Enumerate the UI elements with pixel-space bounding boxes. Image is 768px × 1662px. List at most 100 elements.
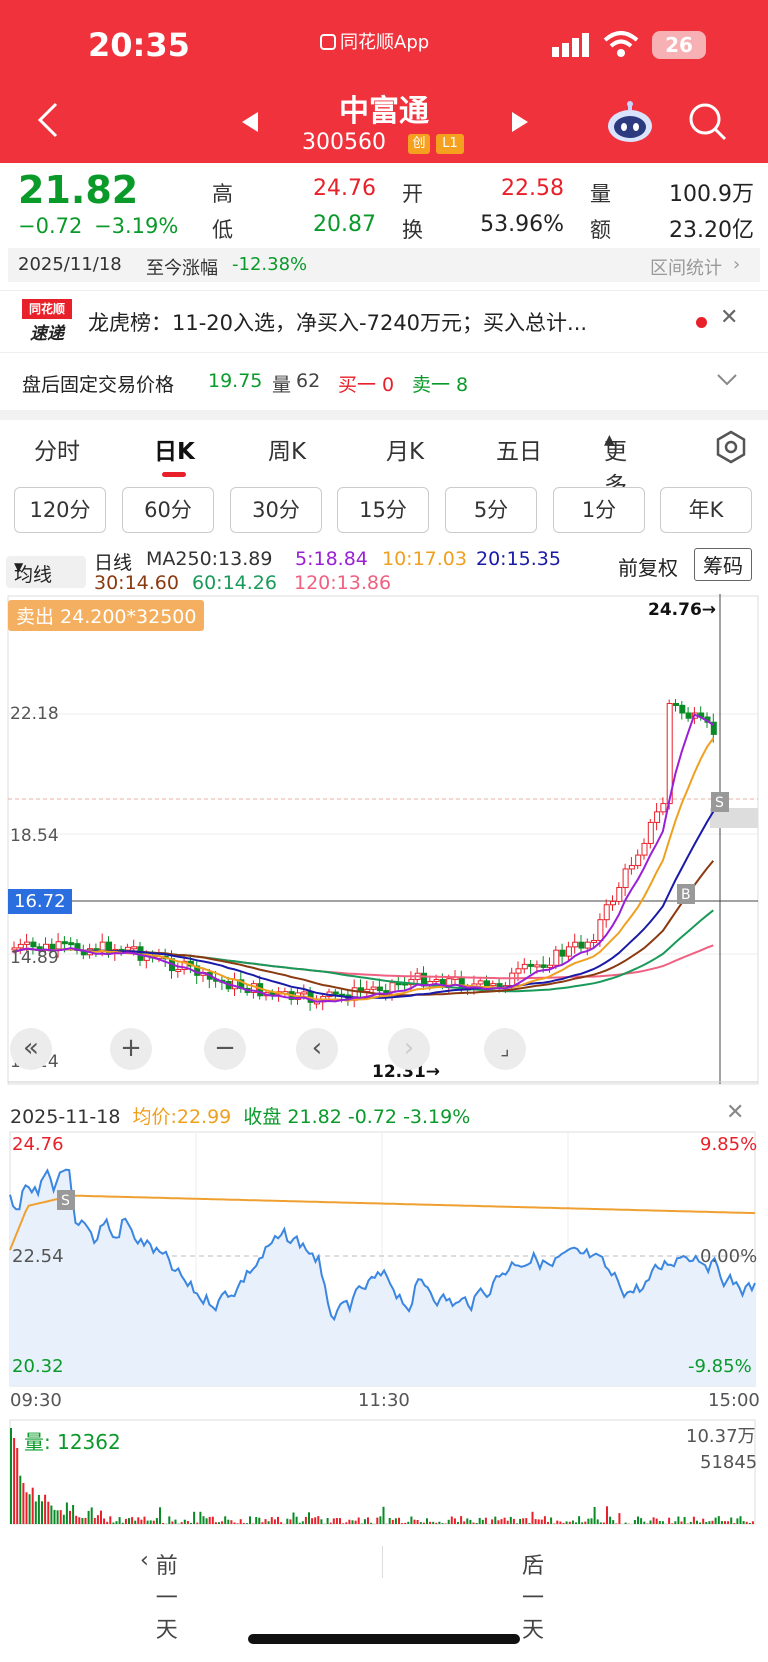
amount-label: 额: [590, 218, 611, 242]
svg-text:S: S: [61, 1193, 70, 1209]
volume-bar: [596, 1519, 599, 1524]
volume-bar: [13, 1438, 16, 1524]
range-stats-link[interactable]: 区间统计: [650, 254, 722, 280]
close-icon[interactable]: ✕: [720, 305, 738, 330]
volume-bar: [602, 1522, 605, 1524]
intraday-y-mid: 22.54: [12, 1246, 64, 1267]
volume-bar: [258, 1517, 261, 1524]
ma250-value: MA250:13.89: [146, 548, 273, 570]
volume-bar: [202, 1516, 205, 1524]
prev-stock-icon[interactable]: [238, 110, 262, 134]
period-yearly-k[interactable]: 年K: [660, 487, 752, 533]
candle: [559, 949, 566, 957]
status-time: 20:35: [88, 26, 190, 64]
ths-express-logo: 同花顺 速递: [22, 299, 72, 345]
fullscreen-icon[interactable]: ⌟: [484, 1028, 526, 1070]
level-badge: L1: [436, 134, 464, 154]
volume-bar: [44, 1494, 47, 1524]
period-1min[interactable]: 1分: [553, 487, 645, 533]
period-5min[interactable]: 5分: [445, 487, 537, 533]
close-intraday-icon[interactable]: ✕: [726, 1100, 744, 1125]
high-value: 24.76: [313, 176, 376, 201]
candle: [534, 964, 541, 968]
volume-bar: [370, 1522, 373, 1524]
settings-hex-icon[interactable]: [714, 430, 748, 464]
intraday-y-low: 20.32: [12, 1356, 64, 1377]
volume-bar: [128, 1518, 130, 1524]
next-day-button[interactable]: 后一天 ›: [522, 1548, 544, 1643]
volume-bar: [578, 1516, 581, 1524]
volume-bar: [81, 1518, 84, 1524]
volume-bar: [599, 1522, 602, 1524]
volume-bar: [65, 1502, 68, 1524]
volume-bar: [140, 1519, 143, 1524]
pct-mid: 0.00%: [700, 1246, 758, 1267]
volume-bar: [270, 1517, 273, 1524]
volume-bar: [606, 1506, 608, 1524]
chips-button[interactable]: 筹码: [694, 548, 752, 581]
period-15min[interactable]: 15分: [337, 487, 429, 533]
period-30min[interactable]: 30分: [230, 487, 322, 533]
app-name: 同花顺App: [320, 28, 429, 54]
pan-right-icon[interactable]: ›: [388, 1028, 430, 1070]
candle: [641, 842, 648, 856]
volume-bar: [224, 1516, 227, 1524]
volume-bar: [584, 1521, 587, 1524]
tab-weekly-k[interactable]: 周K: [268, 432, 306, 466]
kline-chart[interactable]: B S: [0, 594, 768, 1086]
ma-selector[interactable]: 均线 ▼: [6, 556, 86, 588]
volume-bar: [422, 1522, 425, 1524]
price-change-pct: −3.19%: [94, 214, 179, 238]
zoom-in-icon[interactable]: +: [110, 1028, 152, 1070]
volume-bar: [575, 1522, 577, 1524]
volume-bar: [16, 1448, 19, 1524]
period-60min[interactable]: 60分: [122, 487, 214, 533]
volume-bar: [320, 1519, 323, 1524]
back-icon[interactable]: [36, 100, 60, 140]
range-bar[interactable]: 2025/11/18 至今涨幅 -12.38% 区间统计 ›: [8, 248, 760, 282]
volume-bar: [329, 1522, 332, 1524]
volume-bar: [199, 1511, 202, 1524]
next-stock-icon[interactable]: [508, 110, 532, 134]
intraday-chg: -0.72: [347, 1106, 398, 1128]
volume-bar: [419, 1522, 422, 1524]
ma10-value: 10:17.03: [382, 548, 467, 570]
volume-bar: [214, 1522, 217, 1524]
tab-five-day[interactable]: 五日: [496, 432, 542, 466]
volume-bar: [733, 1523, 736, 1524]
unread-dot: [696, 317, 707, 328]
adjust-mode[interactable]: 前复权: [618, 552, 678, 581]
intraday-y-high: 24.76: [12, 1134, 64, 1155]
volume-bar: [236, 1523, 239, 1524]
period-120min[interactable]: 120分: [14, 487, 106, 533]
tab-daily-k[interactable]: 日K: [154, 432, 195, 466]
tab-monthly-k[interactable]: 月K: [386, 432, 424, 466]
volume-bar: [686, 1523, 689, 1524]
zoom-out-icon[interactable]: −: [204, 1028, 246, 1070]
intraday-info: 2025-11-18 均价:22.99 收盘 21.82 -0.72 -3.19…: [10, 1102, 710, 1129]
volume-bar: [671, 1523, 674, 1524]
volume-bar: [19, 1475, 22, 1524]
volume-bar: [394, 1518, 397, 1524]
volume-bar: [668, 1517, 671, 1524]
svg-text:B: B: [681, 887, 691, 903]
rewind-icon[interactable]: «: [10, 1028, 52, 1070]
search-icon[interactable]: [688, 102, 728, 142]
after-hours-row[interactable]: 盘后固定交易价格 19.75 量 62 买一 0 卖一 8: [0, 352, 768, 410]
candle: [370, 986, 377, 990]
assistant-robot-icon[interactable]: [606, 100, 654, 144]
candle: [547, 964, 553, 968]
candle: [616, 887, 623, 902]
volume-bar: [245, 1523, 248, 1524]
after-hours-vol-label: 量: [272, 374, 292, 396]
intraday-chart[interactable]: S: [0, 1130, 768, 1390]
prev-day-button[interactable]: ‹ 前一天: [140, 1548, 178, 1643]
tab-fenshi[interactable]: 分时: [34, 432, 80, 466]
volume-bar: [137, 1517, 140, 1524]
chevron-down-icon[interactable]: [716, 373, 738, 387]
volume-bar: [96, 1515, 99, 1524]
candle: [654, 811, 661, 823]
pan-left-icon[interactable]: ‹: [296, 1028, 338, 1070]
news-banner[interactable]: 同花顺 速递 龙虎榜：11-20入选，净买入-7240万元；买入总计... ✕: [0, 290, 768, 352]
volume-bar: [537, 1519, 540, 1524]
